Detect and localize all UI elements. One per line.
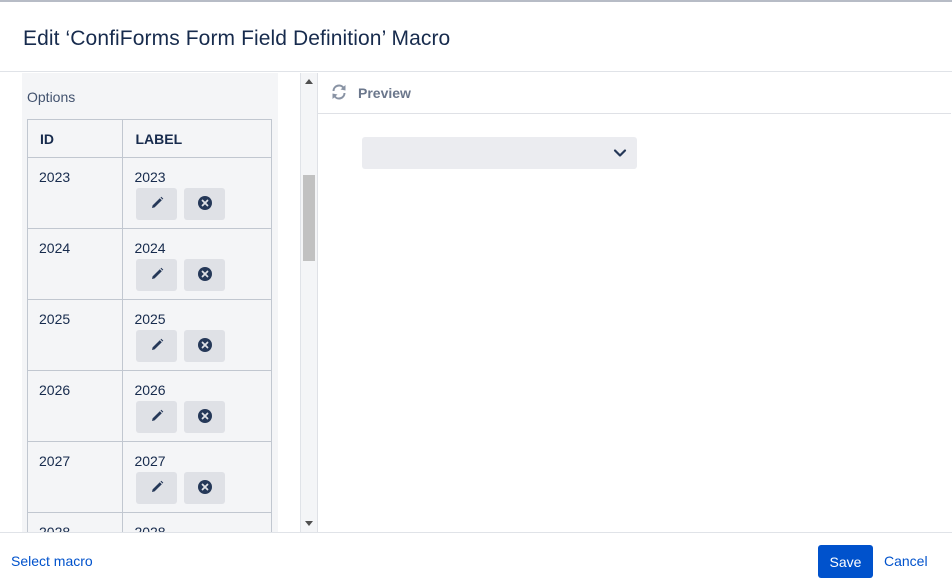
option-label-cell: 2026 <box>122 370 272 442</box>
options-scrollbar[interactable] <box>300 73 317 532</box>
option-label-cell: 2028 <box>122 512 272 532</box>
row-actions <box>136 330 271 362</box>
option-label-cell: 2023 <box>122 157 272 229</box>
close-circle-icon <box>197 266 213 285</box>
edit-option-button[interactable] <box>136 259 178 291</box>
option-id: 2028 <box>39 524 71 532</box>
option-label: 2028 <box>134 524 166 532</box>
remove-option-button[interactable] <box>184 188 226 220</box>
dialog-header: Edit ‘ConfiForms Form Field Definition’ … <box>0 4 952 72</box>
close-circle-icon <box>197 337 213 356</box>
options-panel: Options ID LABEL 2023 2023 2024 2024 2025 202… <box>22 73 278 532</box>
option-label: 2024 <box>134 240 166 256</box>
option-id: 2027 <box>39 453 71 469</box>
column-header-id: ID <box>26 119 124 158</box>
remove-option-button[interactable] <box>184 259 226 291</box>
preview-panel: Preview <box>317 73 951 532</box>
preview-select[interactable] <box>362 137 637 169</box>
option-id: 2024 <box>39 240 71 256</box>
row-actions <box>136 472 271 504</box>
scroll-thumb[interactable] <box>303 175 315 261</box>
option-id: 2026 <box>39 382 71 398</box>
row-actions <box>136 188 271 220</box>
edit-option-button[interactable] <box>136 188 178 220</box>
option-id: 2025 <box>39 311 71 327</box>
dialog-footer: Select macro Save Cancel <box>0 532 952 588</box>
cancel-button[interactable]: Cancel <box>884 553 928 569</box>
table-row: 2025 2025 <box>26 299 272 371</box>
close-circle-icon <box>197 479 213 498</box>
column-header-label: LABEL <box>122 119 272 158</box>
preview-label: Preview <box>358 85 411 101</box>
option-id: 2023 <box>39 169 71 185</box>
edit-option-button[interactable] <box>136 401 178 433</box>
dialog-title: Edit ‘ConfiForms Form Field Definition’ … <box>23 27 451 50</box>
options-table: ID LABEL 2023 2023 2024 2024 2025 2025 2026 202… <box>26 119 272 532</box>
option-id-cell: 2024 <box>26 228 124 300</box>
remove-option-button[interactable] <box>184 401 226 433</box>
option-id-cell: 2026 <box>26 370 124 442</box>
option-id-cell: 2028 <box>26 512 124 532</box>
remove-option-button[interactable] <box>184 472 226 504</box>
pencil-icon <box>149 408 165 427</box>
pencil-icon <box>149 266 165 285</box>
close-circle-icon <box>197 195 213 214</box>
scroll-up-arrow-icon[interactable] <box>305 79 313 84</box>
option-label: 2023 <box>134 169 166 185</box>
pencil-icon <box>149 195 165 214</box>
row-actions <box>136 259 271 291</box>
option-label-cell: 2025 <box>122 299 272 371</box>
option-label: 2026 <box>134 382 166 398</box>
option-label: 2027 <box>134 453 166 469</box>
option-label: 2025 <box>134 311 166 327</box>
edit-option-button[interactable] <box>136 472 178 504</box>
option-label-cell: 2024 <box>122 228 272 300</box>
select-macro-link[interactable]: Select macro <box>11 553 93 569</box>
table-header-row: ID LABEL <box>26 119 272 158</box>
option-label-cell: 2027 <box>122 441 272 513</box>
save-button[interactable]: Save <box>818 545 873 578</box>
preview-bar: Preview <box>318 73 951 114</box>
chevron-down-icon <box>613 146 627 165</box>
close-circle-icon <box>197 408 213 427</box>
table-row: 2028 2028 <box>26 512 272 532</box>
pencil-icon <box>149 337 165 356</box>
option-id-cell: 2025 <box>26 299 124 371</box>
remove-option-button[interactable] <box>184 330 226 362</box>
row-actions <box>136 401 271 433</box>
scroll-down-arrow-icon[interactable] <box>305 521 313 526</box>
table-row: 2023 2023 <box>26 157 272 229</box>
table-row: 2027 2027 <box>26 441 272 513</box>
options-label: Options <box>27 89 76 105</box>
option-id-cell: 2027 <box>26 441 124 513</box>
table-row: 2024 2024 <box>26 228 272 300</box>
option-id-cell: 2023 <box>26 157 124 229</box>
pencil-icon <box>149 479 165 498</box>
refresh-icon[interactable] <box>330 83 348 106</box>
edit-option-button[interactable] <box>136 330 178 362</box>
table-row: 2026 2026 <box>26 370 272 442</box>
macro-dialog: Edit ‘ConfiForms Form Field Definition’ … <box>0 0 952 588</box>
